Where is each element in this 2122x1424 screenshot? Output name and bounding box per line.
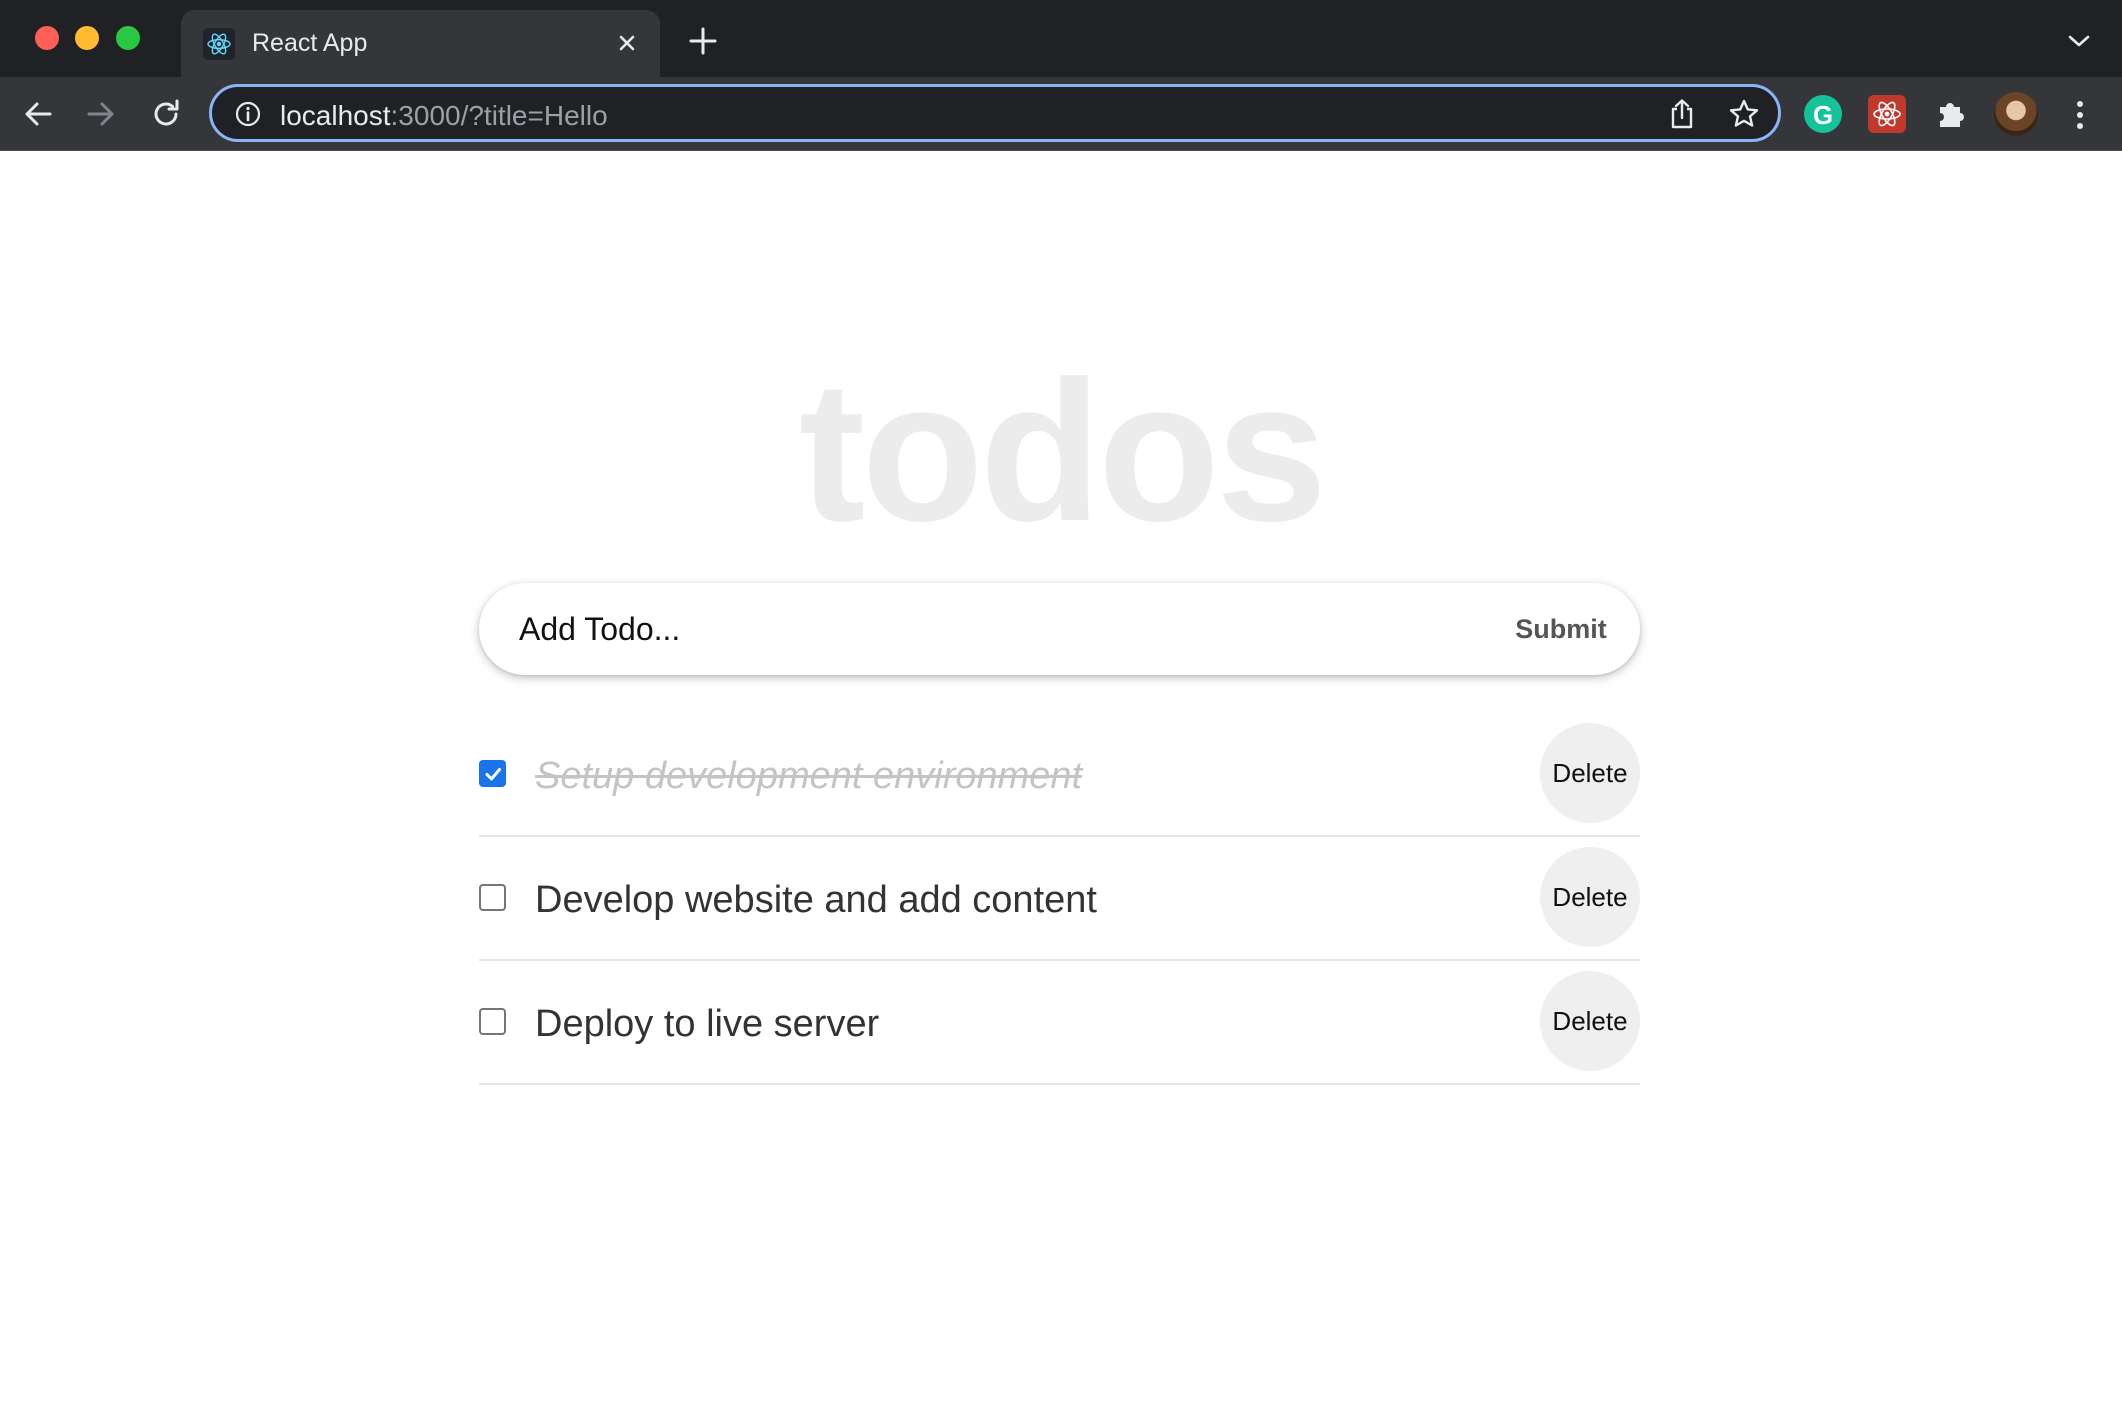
browser-tabstrip: React App [0,0,2122,77]
minimize-window-button[interactable] [75,26,99,50]
browser-tab[interactable]: React App [181,10,660,77]
submit-button[interactable]: Submit [1507,603,1615,655]
add-todo-form: Submit [479,583,1640,675]
todo-item: Deploy to live server Delete [479,961,1640,1085]
new-tab-plus-icon[interactable] [688,26,718,56]
todo-text: Deploy to live server [535,1003,880,1045]
todo-checkbox-checked[interactable] [479,760,506,787]
url-text[interactable]: localhost:3000/?title=Hello [280,100,608,132]
todo-item: Setup development environment Delete [479,713,1640,837]
react-devtools-icon[interactable] [1868,95,1906,133]
extensions-puzzle-icon[interactable] [1932,95,1970,133]
grammarly-icon[interactable]: G [1804,95,1842,133]
app-heading: todos [798,340,1327,563]
profile-avatar[interactable] [1994,92,2038,136]
grammarly-letter: G [1812,100,1834,130]
bookmark-star-icon[interactable] [1728,98,1760,130]
site-info-icon[interactable] [234,100,262,128]
todo-checkbox[interactable] [479,884,506,911]
close-tab-icon[interactable] [611,27,643,59]
close-window-button[interactable] [35,26,59,50]
more-options-icon[interactable] [2072,98,2088,132]
add-todo-input[interactable] [519,605,1419,653]
maximize-window-button[interactable] [116,26,140,50]
delete-button[interactable]: Delete [1540,847,1640,947]
delete-button[interactable]: Delete [1540,723,1640,823]
url-host: localhost [280,100,391,131]
tab-search-chevron-icon[interactable] [2066,32,2092,50]
forward-arrow-icon[interactable] [83,96,119,132]
todo-text: Setup development environment [535,755,1083,797]
react-icon [203,28,235,60]
back-arrow-icon[interactable] [20,96,56,132]
reload-icon[interactable] [148,96,184,132]
todo-text: Develop website and add content [535,879,1097,921]
share-icon[interactable] [1667,98,1697,130]
tab-title: React App [252,29,368,57]
todo-checkbox[interactable] [479,1008,506,1035]
todo-item: Develop website and add content Delete [479,837,1640,961]
url-path: :3000/?title=Hello [390,100,608,131]
delete-button[interactable]: Delete [1540,971,1640,1071]
browser-toolbar: localhost:3000/?title=Hello G [0,77,2122,151]
address-bar[interactable]: localhost:3000/?title=Hello [209,84,1781,142]
